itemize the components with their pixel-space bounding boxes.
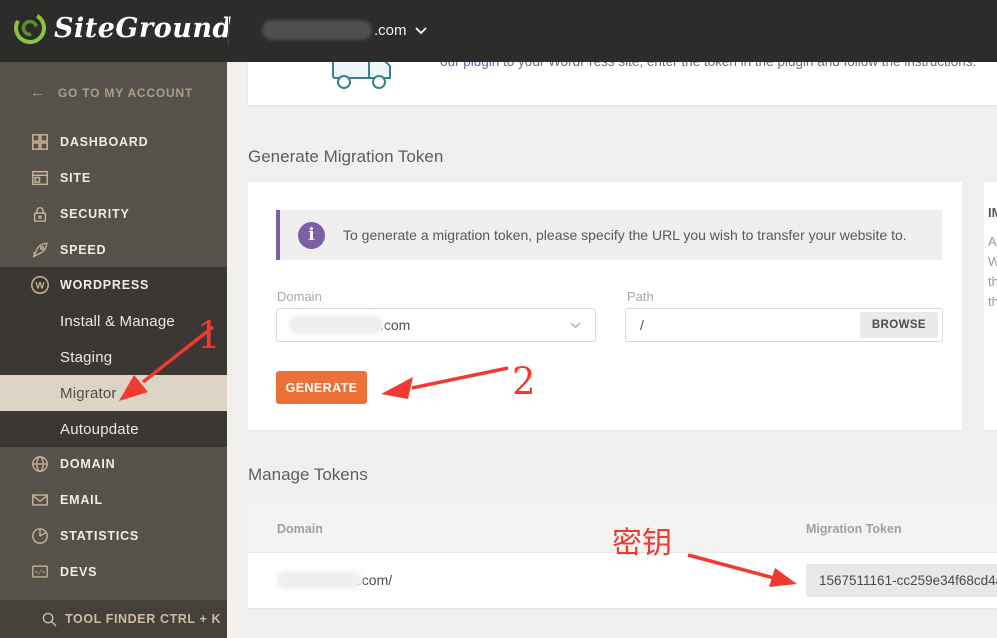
manage-tokens-card: Domain Migration Token t.com/ 1567511161…	[248, 505, 997, 608]
blurred-domain	[277, 571, 362, 589]
row-domain-cell: t.com/	[277, 571, 392, 589]
sidebar-item-site[interactable]: SITE	[0, 160, 227, 196]
sidebar-item-label: STATISTICS	[60, 529, 140, 543]
sidebar-item-domain[interactable]: DOMAIN	[0, 446, 227, 482]
browse-button[interactable]: BROWSE	[859, 312, 938, 338]
main-content: our plugin to your WordPress site, enter…	[227, 62, 997, 638]
info-box: i To generate a migration token, please …	[276, 210, 942, 260]
svg-text:</>: </>	[35, 570, 46, 576]
path-field-label: Path	[627, 289, 654, 304]
sidebar-item-label: DASHBOARD	[60, 135, 149, 149]
sidebar-subitem-install-manage[interactable]: Install & Manage	[0, 303, 227, 339]
sidebar-item-speed[interactable]: SPEED	[0, 232, 227, 268]
sidebar-item-statistics[interactable]: STATISTICS	[0, 518, 227, 554]
search-icon	[42, 612, 57, 627]
migration-token-value: 1567511161-cc259e34f68cd4a	[819, 573, 997, 588]
migrator-banner-card: our plugin to your WordPress site, enter…	[248, 62, 997, 105]
panel-text-fragment: th	[988, 274, 997, 289]
migration-token-field[interactable]: 1567511161-cc259e34f68cd4a	[806, 564, 997, 597]
subitem-label: Install & Manage	[60, 312, 175, 330]
brand-name: SiteGround	[54, 12, 232, 44]
table-row: t.com/ 1567511161-cc259e34f68cd4a	[248, 553, 997, 608]
column-header-migration-token: Migration Token	[806, 522, 902, 536]
wordpress-icon: W	[30, 275, 50, 295]
sidebar-item-email[interactable]: EMAIL	[0, 482, 227, 518]
subitem-label: Autoupdate	[60, 420, 139, 438]
sidebar-item-label: SITE	[60, 171, 91, 185]
subitem-label: Staging	[60, 348, 113, 366]
banner-text-fragment: to your WordPress site, enter the token …	[499, 62, 976, 69]
important-side-panel: IM Af W th th	[984, 182, 997, 430]
sidebar-item-label: DEVS	[60, 565, 98, 579]
tokens-table-header: Domain Migration Token	[248, 505, 997, 553]
moving-truck-icon	[330, 62, 394, 96]
banner-clipped-text: our plugin to your WordPress site, enter…	[440, 62, 990, 71]
back-arrow-icon: ←	[30, 84, 46, 101]
domain-select-value: .com	[380, 317, 411, 333]
sidebar-item-devs[interactable]: </> DEVS	[0, 554, 227, 590]
dashboard-grid-icon	[30, 133, 50, 151]
sidebar-item-label: WORDPRESS	[60, 278, 150, 292]
svg-text:W: W	[36, 281, 45, 292]
siteground-logo-icon	[14, 12, 46, 44]
sidebar-item-security[interactable]: SECURITY	[0, 196, 227, 232]
path-input-value: /	[640, 317, 644, 333]
generate-button[interactable]: GENERATE	[276, 371, 367, 404]
sidebar-item-label: SECURITY	[60, 207, 130, 221]
domain-suffix: .com	[374, 21, 407, 39]
panel-text-fragment: IM	[988, 205, 997, 220]
tool-finder-button[interactable]: TOOL FINDER CTRL + K	[0, 600, 227, 638]
topbar: SiteGround .com	[0, 0, 997, 62]
generate-section-title: Generate Migration Token	[248, 147, 444, 166]
statistics-pie-icon	[30, 527, 50, 545]
subitem-label: Migrator	[60, 384, 117, 402]
topbar-divider	[228, 16, 229, 46]
sidebar-subitem-autoupdate[interactable]: Autoupdate	[0, 411, 227, 447]
siteground-logo[interactable]: SiteGround	[12, 10, 232, 46]
devs-code-icon: </>	[30, 563, 50, 581]
sidebar-item-label: EMAIL	[60, 493, 103, 507]
sidebar-subitem-migrator[interactable]: Migrator	[0, 375, 227, 411]
sidebar-item-wordpress[interactable]: W WORDPRESS	[0, 267, 227, 303]
blurred-domain	[289, 316, 384, 334]
path-input[interactable]: / BROWSE	[625, 308, 943, 342]
chevron-down-icon	[570, 322, 581, 329]
email-envelope-icon	[30, 491, 50, 509]
plugin-link-fragment[interactable]: our plugin	[440, 62, 499, 69]
chevron-down-icon	[414, 27, 427, 35]
site-switcher[interactable]: .com	[262, 20, 427, 40]
sidebar-item-label: SPEED	[60, 243, 107, 257]
sidebar: ← GO TO MY ACCOUNT DASHBOARD SITE SECURI…	[0, 62, 227, 638]
domain-globe-icon	[30, 455, 50, 473]
sidebar-item-label: DOMAIN	[60, 457, 116, 471]
go-to-my-account-label: GO TO MY ACCOUNT	[57, 85, 194, 100]
info-icon: i	[298, 221, 325, 249]
sidebar-subitem-staging[interactable]: Staging	[0, 339, 227, 375]
panel-text-fragment: Af	[988, 234, 997, 249]
domain-select[interactable]: .com	[276, 308, 596, 342]
panel-text-fragment: W	[988, 254, 997, 269]
wordpress-section: W WORDPRESS Install & Manage Staging Mig…	[0, 267, 227, 447]
column-header-domain: Domain	[277, 522, 323, 536]
info-text: To generate a migration token, please sp…	[343, 227, 907, 243]
sidebar-item-dashboard[interactable]: DASHBOARD	[0, 124, 227, 160]
speed-rocket-icon	[30, 241, 50, 259]
site-window-icon	[30, 169, 50, 187]
panel-text-fragment: th	[988, 294, 997, 309]
domain-field-label: Domain	[277, 289, 322, 304]
security-lock-icon	[30, 205, 50, 223]
generate-token-card: i To generate a migration token, please …	[248, 182, 962, 430]
tool-finder-label: TOOL FINDER CTRL + K	[65, 612, 222, 626]
manage-section-title: Manage Tokens	[248, 465, 368, 484]
go-to-my-account-link[interactable]: ← GO TO MY ACCOUNT	[30, 84, 193, 101]
blurred-domain	[262, 20, 372, 40]
